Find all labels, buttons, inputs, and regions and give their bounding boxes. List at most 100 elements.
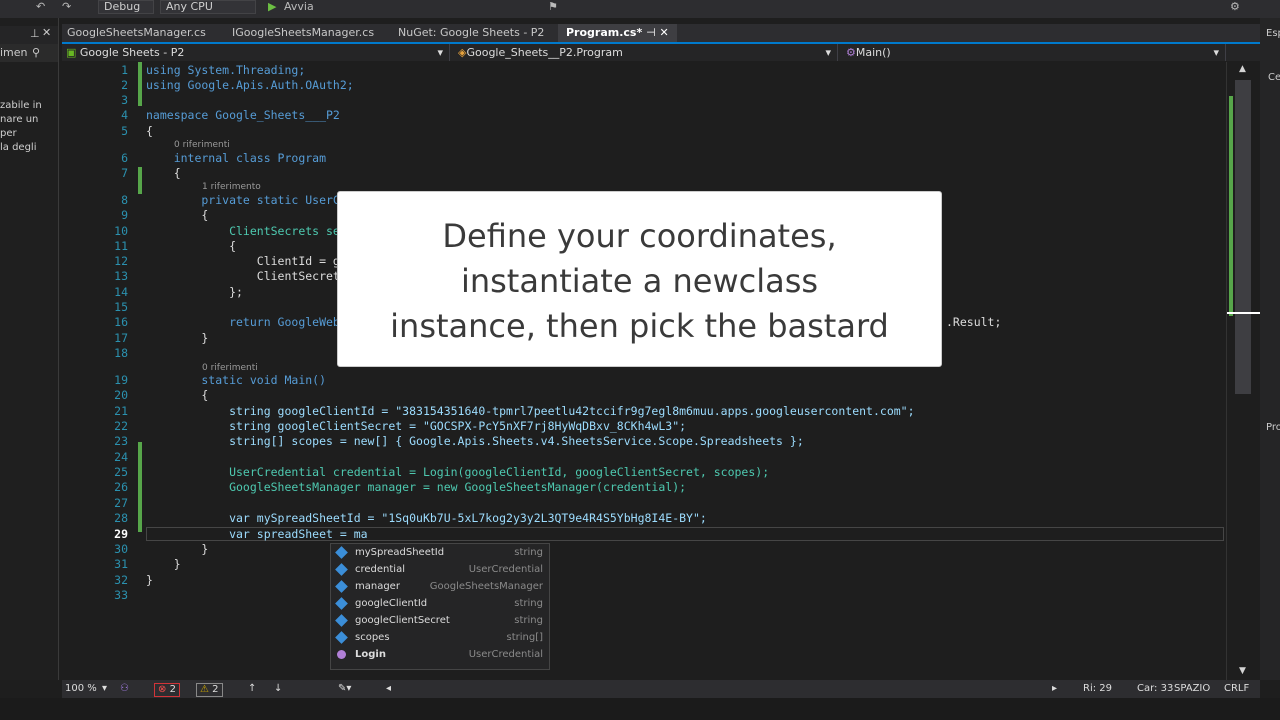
line-number: 9	[121, 208, 128, 222]
codelens-references[interactable]: 0 riferimenti	[202, 363, 258, 373]
intellisense-item[interactable]: credential UserCredential	[331, 561, 549, 578]
line-number: 25	[114, 465, 128, 479]
class-dropdown[interactable]: ◈Google_Sheets__P2.Program ▾	[454, 44, 838, 61]
line-number: 23	[114, 434, 128, 448]
line-number: 6	[121, 151, 128, 165]
bottom-strip	[0, 698, 1280, 720]
col-indicator[interactable]: Car: 33	[1137, 680, 1173, 698]
intellisense-item[interactable]: mySpreadSheetId string	[331, 544, 549, 561]
code-line: {	[146, 208, 209, 222]
warning-count-value: 2	[212, 684, 219, 695]
error-count[interactable]: ⊗ 2	[154, 683, 180, 697]
pin-tab-icon[interactable]: ⊣	[646, 26, 656, 39]
error-count-value: 2	[169, 684, 176, 695]
run-button[interactable]: Avvia	[284, 0, 314, 13]
settings-icon[interactable]: ⚙	[1230, 0, 1240, 13]
pin-icon[interactable]: ⊥	[30, 27, 40, 40]
scroll-left-icon[interactable]: ◂	[386, 680, 391, 698]
code-line: }	[146, 331, 209, 345]
item-type: string	[514, 598, 543, 609]
project-dropdown[interactable]: ▣ Google Sheets - P2 ▾	[62, 44, 450, 61]
left-text-3: per	[0, 128, 17, 139]
code-line: {	[146, 388, 209, 402]
left-panel-header: ⊥ ✕	[0, 26, 58, 44]
code-cleanup-icon[interactable]: ✎▾	[338, 680, 351, 698]
row-indicator[interactable]: Ri: 29	[1083, 680, 1112, 698]
method-icon: ⚙	[846, 46, 856, 59]
undo-icon[interactable]: ↶	[36, 0, 45, 13]
change-bar	[138, 442, 142, 532]
code-editor[interactable]: 1 2 3 4 5 6 7 8 9 10 11 12 13 14 15 16 1…	[62, 62, 1226, 680]
code-line: ClientId = g	[146, 254, 340, 268]
bookmark-icon[interactable]: ⚑	[548, 0, 558, 13]
item-type: string	[514, 615, 543, 626]
right-panel-label-lower[interactable]: Pro	[1266, 422, 1280, 433]
error-icon: ⊗	[158, 684, 167, 695]
code-line: string googleClientSecret = "GOCSPX-PcY5…	[146, 419, 687, 433]
codelens-references[interactable]: 1 riferimento	[202, 182, 261, 192]
search-icon[interactable]: ⚲	[32, 44, 40, 62]
intellisense-list[interactable]: mySpreadSheetId string credential UserCred…	[330, 543, 550, 670]
line-number: 24	[114, 450, 128, 464]
editor-scrollbar[interactable]: ▲ ▼	[1226, 62, 1261, 680]
copilot-icon[interactable]: ⚇	[120, 680, 129, 698]
field-icon	[335, 563, 348, 576]
scrollbar-thumb[interactable]	[1235, 80, 1251, 394]
scroll-up-icon[interactable]: ▲	[1239, 64, 1246, 74]
spacing-indicator[interactable]: SPAZIO	[1174, 680, 1210, 698]
intellisense-item[interactable]: googleClientSecret string	[331, 612, 549, 629]
close-tab-icon[interactable]: ✕	[660, 26, 669, 39]
class-label: Google_Sheets__P2.Program	[466, 46, 623, 59]
tab-igooglesheetsmanager[interactable]: IGoogleSheetsManager.cs	[232, 24, 374, 42]
code-line: private static UserC	[146, 193, 340, 207]
intellisense-item[interactable]: manager GoogleSheetsManager	[331, 578, 549, 595]
left-panel-search[interactable]: imen ⚲	[0, 44, 58, 62]
right-panel-label-middle[interactable]: Ce	[1268, 72, 1280, 83]
platform-dropdown[interactable]: Any CPU	[160, 0, 256, 14]
item-type: string[]	[506, 632, 543, 643]
left-text-1: zabile in	[0, 100, 42, 111]
line-number: 1	[121, 63, 128, 77]
left-text-4: la degli	[0, 142, 37, 153]
redo-icon[interactable]: ↷	[62, 0, 71, 13]
arrow-down-icon[interactable]: ↓	[274, 680, 282, 698]
play-icon[interactable]: ▶	[268, 0, 276, 13]
line-number: 10	[114, 224, 128, 238]
line-number: 5	[121, 124, 128, 138]
right-panel-label-top[interactable]: Esp	[1266, 28, 1280, 39]
config-dropdown[interactable]: Debug	[98, 0, 154, 14]
line-number: 30	[114, 542, 128, 556]
intellisense-item[interactable]: googleClientId string	[331, 595, 549, 612]
tab-nuget[interactable]: NuGet: Google Sheets - P2	[398, 24, 544, 42]
change-bar	[138, 62, 142, 106]
field-icon	[335, 597, 348, 610]
close-panel-icon[interactable]: ✕	[42, 26, 51, 39]
arrow-up-icon[interactable]: ↑	[248, 680, 256, 698]
tab-googlesheetsmanager[interactable]: GoogleSheetsManager.cs	[67, 24, 206, 42]
line-number: 28	[114, 511, 128, 525]
field-icon	[335, 580, 348, 593]
line-number: 12	[114, 254, 128, 268]
member-dropdown[interactable]: ⚙Main() ▾	[842, 44, 1226, 61]
item-name: mySpreadSheetId	[355, 547, 445, 558]
zoom-level[interactable]: 100 %	[65, 680, 97, 698]
line-number: 27	[114, 496, 128, 510]
line-number: 16	[114, 315, 128, 329]
chevron-down-icon[interactable]: ▾	[102, 680, 107, 698]
code-line-tail: .Result;	[946, 315, 1002, 329]
intellisense-item[interactable]: Login UserCredential	[331, 646, 549, 663]
field-icon	[335, 631, 348, 644]
line-ending-indicator[interactable]: CRLF	[1224, 680, 1249, 698]
scroll-down-icon[interactable]: ▼	[1239, 666, 1246, 676]
warning-count[interactable]: ⚠ 2	[196, 683, 223, 697]
main-toolbar: ↶ ↷ Debug Any CPU ▶ Avvia ⚑ ⚙	[0, 0, 1280, 18]
code-line-current[interactable]: var spreadSheet = ma	[146, 527, 367, 541]
code-line: var mySpreadSheetId = "1Sq0uKb7U-5xL7kog…	[146, 511, 707, 525]
scroll-right-icon[interactable]: ▸	[1052, 680, 1057, 698]
codelens-references[interactable]: 0 riferimenti	[174, 140, 230, 150]
code-line: }	[146, 542, 209, 556]
code-line: string[] scopes = new[] { Google.Apis.Sh…	[146, 434, 804, 448]
tab-program[interactable]: Program.cs* ⊣ ✕	[558, 24, 677, 42]
intellisense-item[interactable]: scopes string[]	[331, 629, 549, 646]
editor-status-bar: 100 % ▾ ⚇ ⊗ 2 ⚠ 2 ↑ ↓ ✎▾ ◂ ▸ Ri: 29 Car:…	[62, 680, 1260, 698]
